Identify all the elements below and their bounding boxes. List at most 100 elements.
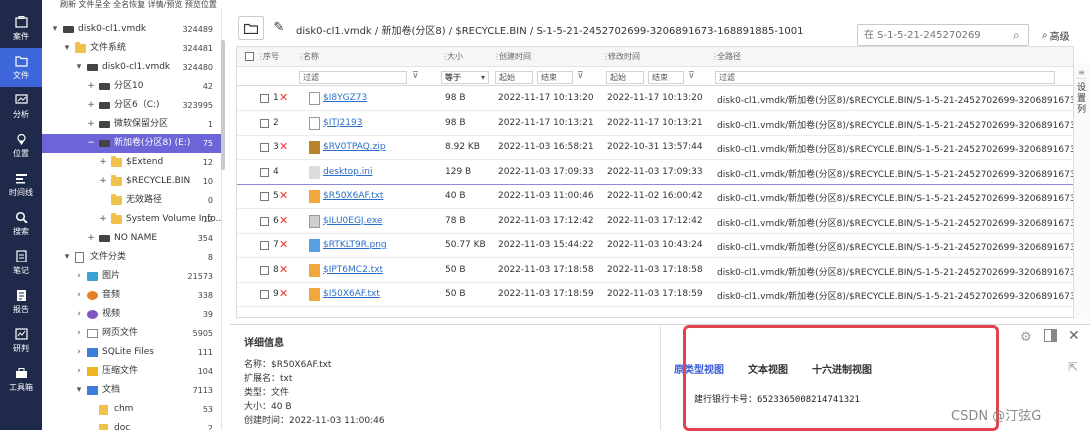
tree-toggle-icon[interactable]: › [74, 362, 84, 381]
table-row[interactable]: 8 ✕ $IPT6MC2.txt 50 B 2022-11-03 17:18:58 202… [237, 259, 1073, 283]
file-name-link[interactable]: $ITJ2193 [323, 118, 362, 128]
select-all-checkbox[interactable] [245, 52, 254, 61]
name-filter-input[interactable]: 过滤 [299, 71, 407, 84]
tree-node[interactable]: ▾ disk0-cl1.vmdk 324480 [42, 58, 221, 77]
nav-research[interactable]: 研判 [0, 321, 42, 360]
file-name-link[interactable]: $ILU0EGJ.exe [323, 216, 382, 226]
tree-node[interactable]: › 压缩文件 104 [42, 362, 221, 381]
row-checkbox[interactable] [260, 216, 269, 226]
nav-location[interactable]: 位置 [0, 126, 42, 165]
row-checkbox[interactable] [260, 265, 269, 275]
gear-icon[interactable]: ⚙ [1020, 330, 1032, 345]
tree-node[interactable]: + 分区6（C:) 323995 [42, 96, 221, 115]
open-folder-button[interactable] [238, 16, 264, 40]
details-vertical-divider[interactable] [660, 325, 661, 430]
tree-scrollbar[interactable] [221, 40, 225, 170]
tree-toggle-icon[interactable]: ▾ [74, 381, 84, 400]
tree-node[interactable]: › 视频 39 [42, 305, 221, 324]
tree-node[interactable]: + 微软保留分区 1 [42, 115, 221, 134]
tree-toggle-icon[interactable]: + [86, 96, 96, 115]
file-name-link[interactable]: desktop.ini [323, 167, 372, 177]
col-num[interactable]: 序号 [261, 47, 279, 67]
tree-node[interactable]: + NO NAME 354 [42, 229, 221, 248]
tree-toggle-icon[interactable]: + [86, 77, 96, 96]
created-end-input[interactable]: 结束 [537, 71, 573, 84]
tree-node[interactable]: › 音频 338 [42, 286, 221, 305]
edit-icon[interactable]: ✎ [272, 19, 286, 35]
nav-search[interactable]: 搜索 [0, 204, 42, 243]
panel-layout-icon[interactable] [1044, 329, 1057, 342]
file-name-link[interactable]: $I50X6AF.txt [323, 289, 380, 299]
created-start-input[interactable]: 起始 [495, 71, 533, 84]
row-checkbox[interactable] [260, 290, 269, 299]
breadcrumb-segment[interactable]: disk0-cl1.vmdk [296, 26, 372, 37]
nav-file[interactable]: 文件 [0, 48, 42, 87]
nav-analysis[interactable]: 分析 [0, 87, 42, 126]
col-path[interactable]: 全路径 [715, 47, 741, 67]
tree-toggle-icon[interactable]: › [74, 286, 84, 305]
tree-node[interactable]: › SQLite Files 111 [42, 343, 221, 362]
table-row[interactable]: 5 ✕ $R50X6AF.txt 40 B 2022-11-03 11:00:46 202… [237, 185, 1073, 209]
tree-node[interactable]: ▾ 文件系统 324481 [42, 39, 221, 58]
search-icon[interactable]: ⌕ [1013, 28, 1020, 43]
tree-toggle-icon[interactable]: + [98, 153, 108, 172]
file-name-link[interactable]: $I8YGZ73 [323, 93, 367, 103]
tree-toggle-icon[interactable]: − [86, 134, 96, 153]
row-checkbox[interactable] [260, 118, 269, 128]
nav-timeline[interactable]: 时间线 [0, 165, 42, 204]
breadcrumb-segment[interactable]: $RECYCLE.BIN [455, 26, 526, 37]
col-created[interactable]: 创建时间 [497, 47, 531, 67]
col-name[interactable]: 名称 [301, 47, 319, 67]
filter-icon[interactable]: ⊽ [412, 71, 419, 81]
row-checkbox[interactable] [260, 192, 269, 201]
table-row[interactable]: 2 $ITJ2193 98 B 2022-11-17 10:13:21 2022-11-… [237, 112, 1073, 136]
table-row[interactable]: 9 ✕ $I50X6AF.txt 50 B 2022-11-03 17:18:59 202… [237, 283, 1073, 307]
tree-node[interactable]: − 新加卷(分区8) (E:) 75 [42, 134, 221, 153]
tree-node[interactable]: › 网页文件 5905 [42, 324, 221, 343]
table-row[interactable]: 7 ✕ $RTKLT9R.png 50.77 KB 2022-11-03 15:44:2… [237, 234, 1073, 258]
tree-toggle-icon[interactable]: › [74, 324, 84, 343]
file-name-link[interactable]: $IPT6MC2.txt [323, 265, 383, 275]
top-menu[interactable]: 刷新 文件呈全 全名恢复 详情/预览 预览位置 [60, 1, 217, 9]
nav-notes[interactable]: 笔记 [0, 243, 42, 282]
table-row[interactable]: 4 desktop.ini 129 B 2022-11-03 17:09:33 2022… [237, 161, 1073, 185]
tree-node[interactable]: ▾ 文档 7113 [42, 381, 221, 400]
nav-report[interactable]: 报告 [0, 282, 42, 321]
tree-node[interactable]: doc 2 [42, 419, 221, 430]
table-row[interactable]: 1 ✕ $I8YGZ73 98 B 2022-11-17 10:13:20 2022-11… [237, 87, 1073, 111]
nav-case[interactable]: 案件 [0, 0, 42, 48]
breadcrumb-segment[interactable]: 新加卷(分区8) [381, 26, 445, 37]
popout-icon[interactable]: ⇱ [1068, 360, 1078, 374]
tree-node[interactable]: + $Extend 12 [42, 153, 221, 172]
row-checkbox[interactable] [260, 167, 269, 177]
tree-toggle-icon[interactable]: + [86, 115, 96, 134]
tree-toggle-icon[interactable]: ▾ [62, 248, 72, 267]
tree-toggle-icon[interactable]: › [74, 305, 84, 324]
tree-toggle-icon[interactable]: + [86, 229, 96, 248]
tree-toggle-icon[interactable]: ▾ [50, 20, 60, 39]
col-modified[interactable]: 修改时间 [606, 47, 640, 67]
tree-toggle-icon[interactable]: ▾ [74, 58, 84, 77]
nav-toolbox[interactable]: 工具箱 [0, 360, 42, 399]
file-name-link[interactable]: $RTKLT9R.png [323, 240, 387, 250]
tree-toggle-icon[interactable]: › [74, 267, 84, 286]
modified-start-input[interactable]: 起始 [606, 71, 644, 84]
settings-column-button[interactable]: ≡ 设置列 [1073, 63, 1089, 319]
tree-node[interactable]: ▾ 文件分类 8 [42, 248, 221, 267]
filter-icon[interactable]: ⊽ [688, 71, 695, 81]
tree-toggle-icon[interactable]: + [98, 172, 108, 191]
advanced-search-button[interactable]: ⌕ 高级 [1042, 28, 1070, 43]
path-filter-input[interactable]: 过滤 [715, 71, 1055, 84]
filter-icon[interactable]: ⊽ [577, 71, 584, 81]
tree-toggle-icon[interactable]: + [98, 210, 108, 229]
tree-node[interactable]: + System Volume Info... 12 [42, 210, 221, 229]
breadcrumb-segment[interactable]: S-1-5-21-2452702699-3206891673-168891885… [536, 26, 803, 37]
file-name-link[interactable]: $R50X6AF.txt [323, 191, 383, 201]
table-row[interactable]: 6 ✕ $ILU0EGJ.exe 78 B 2022-11-03 17:12:42 202… [237, 210, 1073, 234]
row-checkbox[interactable] [260, 94, 269, 103]
size-operator-select[interactable]: 等于 ▾ [441, 71, 489, 84]
modified-end-input[interactable]: 结束 [648, 71, 684, 84]
tree-node[interactable]: ▾ disk0-cl1.vmdk 324489 [42, 20, 221, 39]
tree-node[interactable]: 无效路径 0 [42, 191, 221, 210]
tree-toggle-icon[interactable]: › [74, 343, 84, 362]
